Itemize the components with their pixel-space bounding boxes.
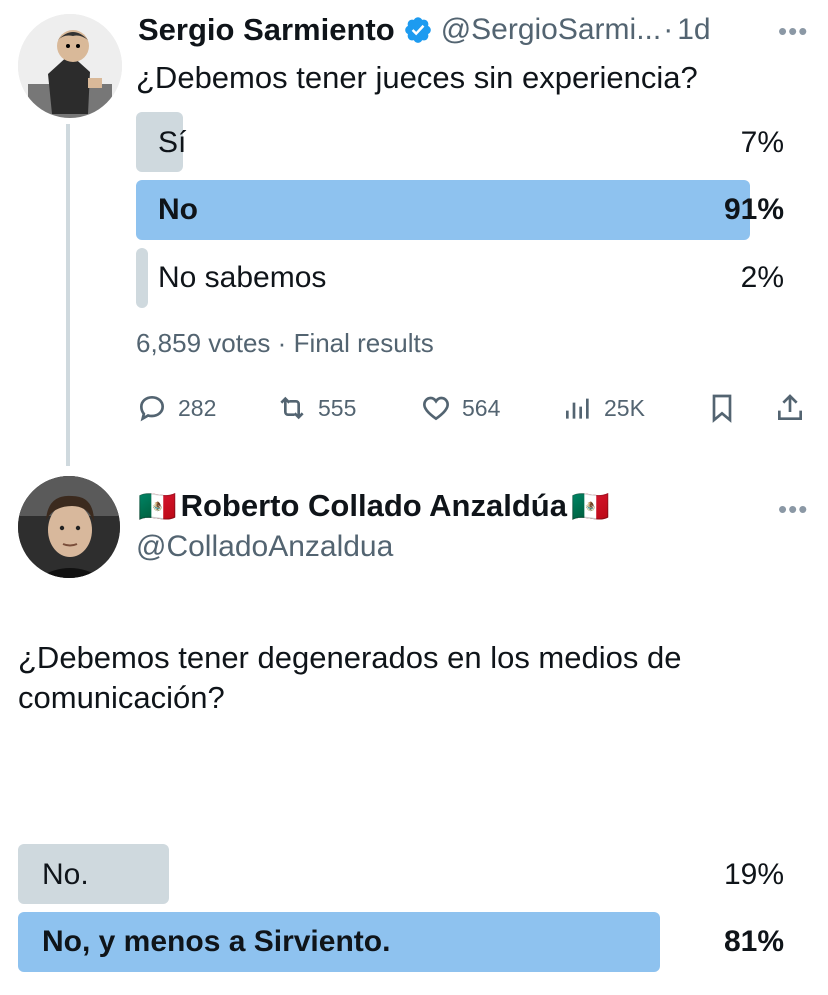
reply-icon [139, 395, 165, 422]
poll-option-label: Sí [158, 126, 187, 159]
more-options-icon[interactable]: ••• [778, 494, 808, 525]
retweet-button[interactable]: 555 [276, 390, 356, 426]
retweet-icon [280, 396, 304, 420]
reply-button[interactable]: 282 [136, 390, 216, 426]
thread-line [66, 124, 70, 466]
author-name[interactable]: Sergio Sarmiento [138, 12, 395, 48]
tweet-text: ¿Debemos tener degenerados en los medios… [18, 640, 682, 715]
poll-option-percent: 91% [723, 193, 784, 226]
poll-option-bar [136, 248, 148, 308]
poll-meta: 6,859 votes · Final results [136, 328, 434, 359]
avatar-photo-image [18, 476, 120, 578]
author-handle[interactable]: @ColladoAnzaldua [136, 530, 393, 564]
poll-option-label: No, y menos a Sirviento. [42, 925, 391, 958]
author-name[interactable]: Roberto Collado Anzaldúa [181, 488, 567, 524]
flag-icon: 🇲🇽 [138, 488, 177, 524]
poll-option-percent: 81% [723, 925, 784, 958]
reply-count: 282 [178, 394, 217, 421]
views-icon [566, 398, 589, 419]
retweet-count: 555 [318, 394, 357, 421]
like-count: 564 [462, 394, 501, 421]
verified-badge-icon [403, 15, 433, 45]
heart-icon [423, 396, 449, 421]
views-count: 25K [604, 394, 645, 421]
poll-option-bar [136, 180, 750, 240]
author-handle[interactable]: @SergioSarmi... [441, 13, 662, 47]
views-button[interactable]: 25K [562, 390, 645, 426]
poll-votes: 6,859 votes [136, 328, 271, 358]
avatar-caricature-image [18, 14, 122, 118]
tweet-time[interactable]: 1d [677, 13, 710, 47]
tweet-header: Sergio Sarmiento @SergioSarmi... · 1d [138, 10, 711, 50]
poll-option-percent: 2% [740, 261, 784, 294]
share-button[interactable] [774, 390, 806, 426]
avatar[interactable] [18, 476, 120, 578]
bookmark-button[interactable] [706, 390, 738, 426]
poll-option-label: No [158, 193, 198, 226]
poll-option-bar [18, 844, 169, 904]
poll-option-percent: 7% [740, 126, 784, 159]
more-options-icon[interactable]: ••• [778, 16, 808, 47]
avatar[interactable] [18, 14, 122, 118]
poll-option-label: No. [42, 858, 89, 891]
tweet-header: 🇲🇽 Roberto Collado Anzaldúa 🇲🇽 [138, 486, 610, 526]
bookmark-icon [712, 394, 732, 423]
flag-icon: 🇲🇽 [570, 488, 610, 524]
poll-status: Final results [293, 328, 434, 358]
separator-dot: · [663, 13, 674, 46]
poll-option-percent: 19% [723, 858, 784, 891]
poll-meta-separator: · [277, 328, 294, 358]
poll-option-label: No sabemos [158, 261, 327, 294]
like-button[interactable]: 564 [420, 390, 500, 426]
tweet-text: ¿Debemos tener jueces sin experiencia? [136, 60, 698, 95]
share-icon [778, 394, 802, 420]
